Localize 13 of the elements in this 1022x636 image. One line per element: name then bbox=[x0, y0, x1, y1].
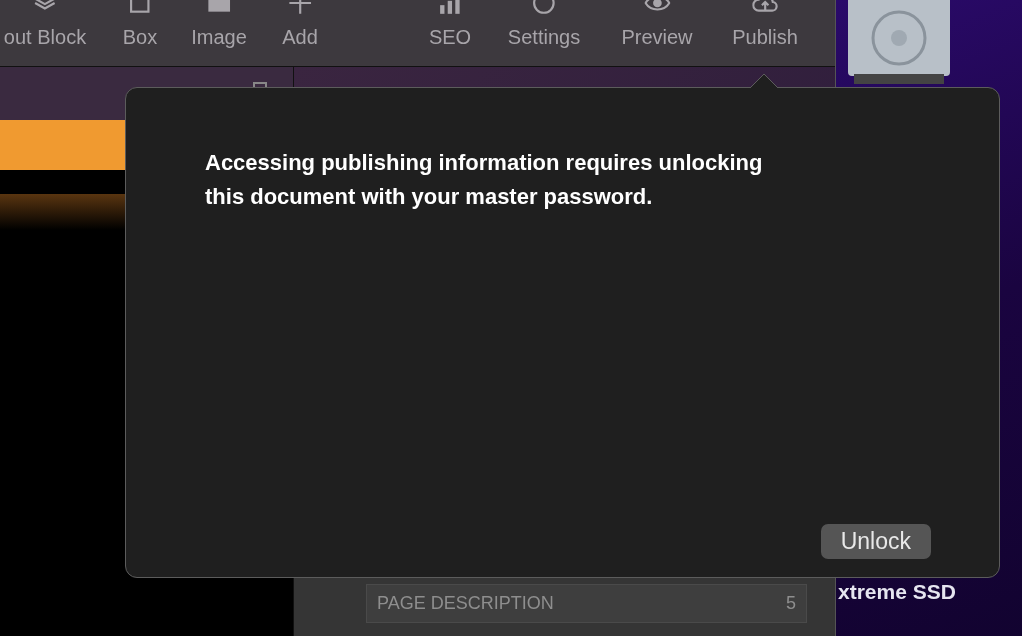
popover-message: Accessing publishing information requires unlocking this document with your master password. bbox=[205, 149, 764, 211]
hard-drive-icon[interactable] bbox=[846, 0, 952, 86]
page-description-field[interactable]: PAGE DESCRIPTION 5 bbox=[366, 584, 807, 623]
toolbar-button[interactable]: out Block bbox=[3, 0, 87, 49]
toolbar-button[interactable]: Preview bbox=[621, 0, 693, 49]
drive-label: xtreme SSD bbox=[838, 580, 956, 604]
unlock-button[interactable]: Unlock bbox=[820, 524, 931, 559]
toolbar-button[interactable]: SEO bbox=[428, 0, 472, 49]
toolbar-button[interactable]: Publish bbox=[732, 0, 798, 49]
toolbar-button[interactable]: Settings bbox=[507, 0, 581, 49]
toolbar-button[interactable]: Add bbox=[282, 0, 318, 49]
toolbar-button[interactable]: Box bbox=[122, 0, 158, 49]
toolbar-button[interactable]: Image bbox=[191, 0, 247, 49]
